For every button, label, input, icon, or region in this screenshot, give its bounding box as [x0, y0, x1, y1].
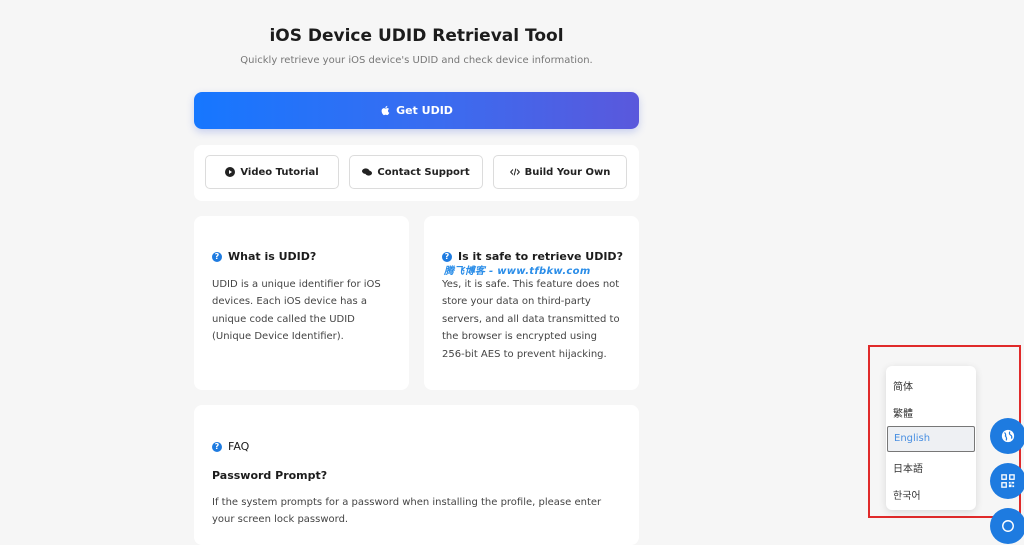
share-icon — [1002, 520, 1014, 532]
faq-title: FAQ — [228, 440, 250, 453]
question-icon: ? — [212, 251, 222, 262]
video-tutorial-button[interactable]: Video Tutorial — [205, 155, 339, 189]
language-option-korean[interactable]: 한국어 — [893, 487, 921, 502]
page-subtitle: Quickly retrieve your iOS device's UDID … — [240, 55, 593, 66]
video-tutorial-label: Video Tutorial — [240, 166, 319, 178]
chat-icon — [362, 168, 373, 176]
build-your-own-label: Build Your Own — [524, 166, 611, 178]
language-button[interactable] — [990, 418, 1024, 454]
get-udid-button[interactable]: Get UDID — [194, 92, 639, 129]
question-icon: ? — [212, 441, 222, 452]
get-udid-label: Get UDID — [396, 104, 453, 117]
page-title: iOS Device UDID Retrieval Tool — [269, 26, 564, 46]
is-it-safe-text: Yes, it is safe. This feature does not s… — [442, 279, 620, 360]
globe-icon — [1001, 429, 1015, 443]
code-icon — [509, 168, 520, 176]
language-option-traditional-chinese[interactable]: 繁體 — [893, 405, 913, 420]
language-option-japanese[interactable]: 日本語 — [893, 460, 923, 475]
what-is-udid-text: UDID is a unique identifier for iOS devi… — [212, 279, 381, 343]
contact-support-label: Contact Support — [377, 166, 470, 178]
qr-code-icon — [1001, 474, 1015, 488]
apple-icon — [381, 105, 390, 116]
what-is-udid-title: What is UDID? — [228, 250, 317, 263]
language-option-simplified-chinese[interactable]: 简体 — [893, 378, 913, 393]
watermark: 腾飞博客 - www.tfbkw.com — [444, 266, 591, 277]
contact-support-button[interactable]: Contact Support — [349, 155, 483, 189]
play-icon — [225, 167, 236, 177]
faq-heading: ? FAQ — [212, 440, 249, 453]
language-menu: 简体 繁體 English 日本語 한국어 — [886, 366, 976, 510]
what-is-udid-heading: ? What is UDID? — [212, 250, 316, 263]
share-button[interactable] — [990, 508, 1024, 544]
build-your-own-button[interactable]: Build Your Own — [493, 155, 627, 189]
qr-code-button[interactable] — [990, 463, 1024, 499]
question-icon: ? — [442, 251, 452, 262]
faq-answer: If the system prompts for a password whe… — [212, 497, 602, 526]
links-card: Video Tutorial Contact Support Build You… — [194, 145, 639, 201]
language-option-english[interactable]: English — [887, 426, 975, 452]
faq-question: Password Prompt? — [212, 469, 328, 482]
